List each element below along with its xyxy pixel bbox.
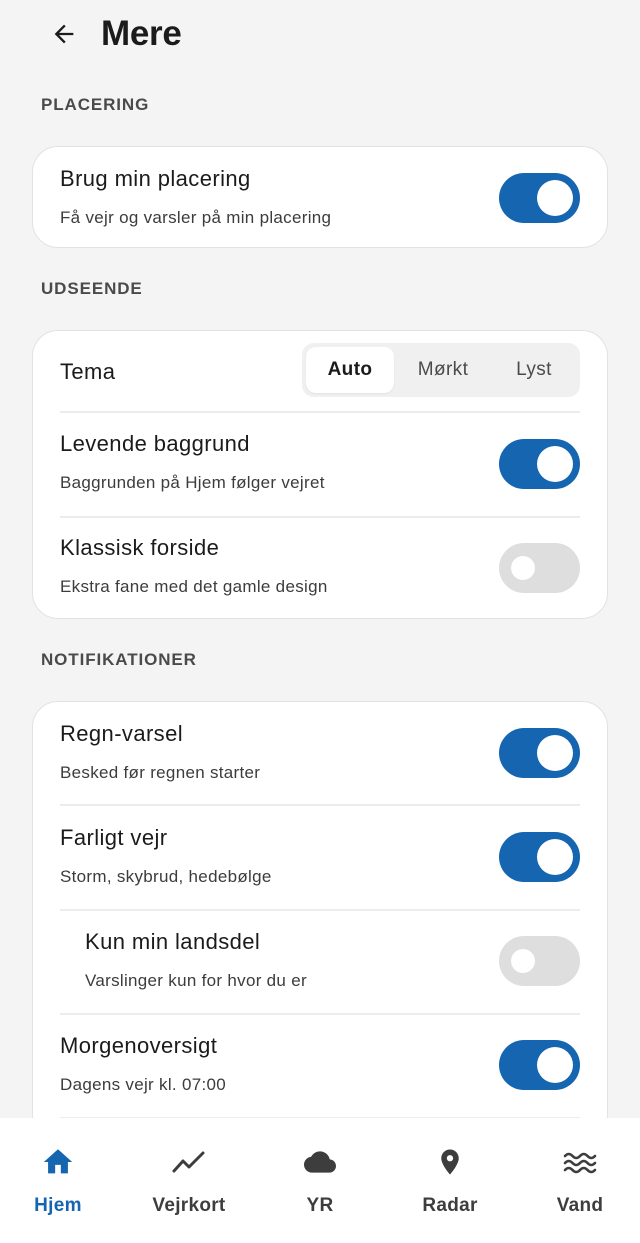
- back-button[interactable]: [44, 14, 84, 54]
- page-title: Mere: [101, 14, 182, 53]
- cloud-icon: [300, 1144, 340, 1180]
- setting-title: Levende baggrund: [60, 431, 250, 456]
- setting-title: Farligt vejr: [60, 825, 168, 850]
- setting-title: Morgenoversigt: [60, 1033, 218, 1058]
- appearance-card: Tema Auto Mørkt Lyst Levende baggrund Ba…: [32, 330, 608, 619]
- setting-title: Regn-varsel: [60, 721, 184, 746]
- nav-label: Radar: [422, 1195, 478, 1216]
- home-icon: [38, 1144, 78, 1180]
- setting-subtitle: Få vejr og varsler på min placering: [60, 208, 332, 227]
- section-label-appearance: UDSEENDE: [41, 279, 143, 298]
- top-app-bar: Mere: [0, 0, 640, 70]
- dangerous-weather-toggle[interactable]: [499, 832, 580, 882]
- arrow-left-icon: [54, 24, 74, 44]
- use-location-toggle[interactable]: [499, 173, 580, 223]
- theme-option-auto[interactable]: Auto: [306, 347, 394, 393]
- classic-frontpage-toggle[interactable]: [499, 543, 580, 593]
- waves-icon: [560, 1144, 600, 1180]
- rain-alert-toggle[interactable]: [499, 728, 580, 778]
- notifications-card: Regn-varsel Besked før regnen starter Fa…: [32, 701, 608, 1161]
- nav-item-vand[interactable]: Vand: [516, 1118, 640, 1243]
- theme-option-light[interactable]: Lyst: [492, 347, 576, 393]
- nav-item-radar[interactable]: Radar: [386, 1118, 514, 1243]
- location-pin-icon: [430, 1144, 470, 1180]
- nav-label: Vejrkort: [152, 1195, 226, 1216]
- nav-item-hjem[interactable]: Hjem: [0, 1118, 122, 1243]
- nav-label: YR: [306, 1195, 334, 1216]
- morning-overview-toggle[interactable]: [499, 1040, 580, 1090]
- trend-line-icon: [169, 1144, 209, 1180]
- setting-title: Tema: [60, 359, 116, 384]
- section-label-notifications: NOTIFIKATIONER: [41, 650, 197, 669]
- setting-subtitle: Baggrunden på Hjem følger vejret: [60, 473, 325, 492]
- nav-item-yr[interactable]: YR: [256, 1118, 384, 1243]
- setting-subtitle: Besked før regnen starter: [60, 763, 261, 782]
- setting-title: Brug min placering: [60, 166, 251, 191]
- live-background-toggle[interactable]: [499, 439, 580, 489]
- bottom-navigation: Hjem Vejrkort YR Radar Vand: [0, 1118, 640, 1243]
- theme-option-dark[interactable]: Mørkt: [398, 347, 488, 393]
- setting-title: Klassisk forside: [60, 535, 220, 560]
- placement-card: Brug min placering Få vejr og varsler på…: [32, 146, 608, 248]
- setting-subtitle: Varslinger kun for hvor du er: [85, 971, 307, 990]
- setting-subtitle: Dagens vejr kl. 07:00: [60, 1075, 226, 1094]
- nav-item-vejrkort[interactable]: Vejrkort: [125, 1118, 253, 1243]
- section-label-placement: PLACERING: [41, 95, 150, 114]
- setting-subtitle: Ekstra fane med det gamle design: [60, 577, 328, 596]
- only-my-region-toggle[interactable]: [499, 936, 580, 986]
- theme-segmented-control: Auto Mørkt Lyst: [302, 343, 580, 397]
- setting-subtitle: Storm, skybrud, hedebølge: [60, 867, 272, 886]
- nav-label: Vand: [556, 1195, 604, 1216]
- setting-title: Kun min landsdel: [85, 929, 261, 954]
- nav-label: Hjem: [34, 1195, 82, 1216]
